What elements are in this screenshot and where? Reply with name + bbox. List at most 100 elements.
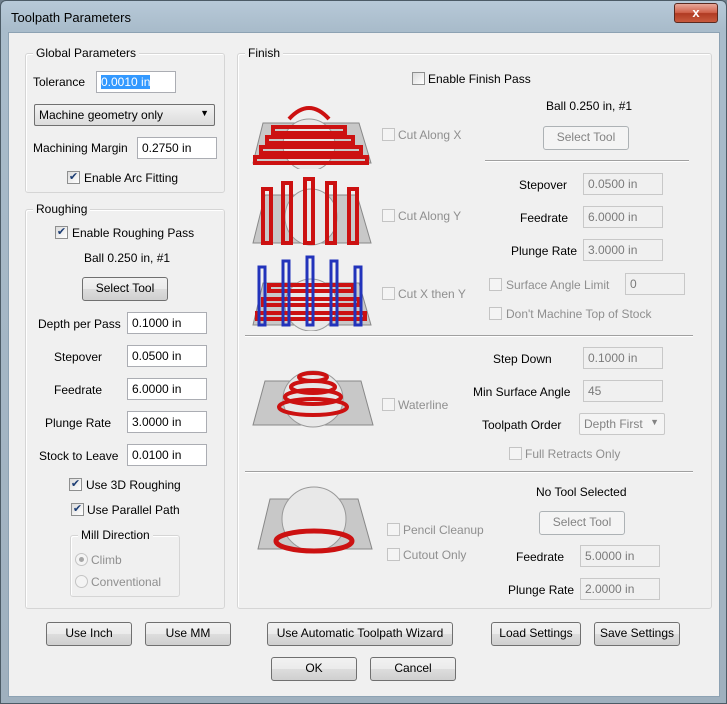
save-settings-button[interactable]: Save Settings	[594, 622, 680, 646]
use-parallel-path-label: Use Parallel Path	[87, 503, 180, 517]
dont-machine-top-label: Don't Machine Top of Stock	[506, 307, 652, 321]
finish-select-tool-button[interactable]: Select Tool	[543, 126, 629, 150]
cut-along-y-checkbox[interactable]	[382, 209, 395, 222]
finish-tool-name: Ball 0.250 in, #1	[546, 99, 633, 113]
cut-along-x-label: Cut Along X	[398, 128, 462, 142]
check-icon: ✔	[72, 503, 83, 515]
window-title: Toolpath Parameters	[11, 10, 131, 25]
pencil-cleanup-checkbox[interactable]	[387, 523, 400, 536]
toolpath-order-select[interactable]: Depth First ▼	[579, 413, 665, 435]
cut-x-then-y-label: Cut X then Y	[398, 287, 466, 301]
min-surface-angle-input[interactable]: 45	[583, 380, 663, 402]
roughing-plunge-label: Plunge Rate	[45, 416, 112, 430]
close-button[interactable]: x	[674, 3, 718, 23]
global-parameters-title: Global Parameters	[33, 46, 140, 60]
pencil-select-tool-button[interactable]: Select Tool	[539, 511, 625, 535]
cutout-only-label: Cutout Only	[403, 548, 467, 562]
pencil-cleanup-thumbnail	[257, 486, 373, 554]
finish-feedrate-input[interactable]: 6.0000 in	[583, 206, 663, 228]
finish-plunge-label: Plunge Rate	[511, 244, 578, 258]
roughing-title: Roughing	[33, 202, 91, 216]
tolerance-label: Tolerance	[33, 75, 86, 89]
surface-angle-limit-checkbox[interactable]	[489, 278, 502, 291]
dont-machine-top-checkbox[interactable]	[489, 307, 502, 320]
finish-stepover-label: Stepover	[519, 178, 568, 192]
parallel-waterline-separator	[245, 335, 693, 337]
use-3d-roughing-checkbox[interactable]: ✔	[69, 478, 82, 491]
finish-tool-separator	[485, 160, 689, 162]
roughing-stepover-label: Stepover	[54, 350, 103, 364]
enable-roughing-checkbox[interactable]: ✔	[55, 226, 68, 239]
pencil-plunge-input[interactable]: 2.0000 in	[580, 578, 660, 600]
surface-angle-limit-label: Surface Angle Limit	[506, 278, 610, 292]
title-bar[interactable]: Toolpath Parameters x	[1, 1, 726, 33]
pencil-cleanup-label: Pencil Cleanup	[403, 523, 484, 537]
finish-plunge-input[interactable]: 3.0000 in	[583, 239, 663, 261]
roughing-select-tool-button[interactable]: Select Tool	[82, 277, 168, 301]
automatic-wizard-button[interactable]: Use Automatic Toolpath Wizard	[267, 622, 453, 646]
enable-finish-label: Enable Finish Pass	[428, 72, 531, 86]
ok-button[interactable]: OK	[271, 657, 357, 681]
check-icon: ✔	[68, 171, 79, 183]
pencil-feedrate-input[interactable]: 5.0000 in	[580, 545, 660, 567]
dialog-window: Toolpath Parameters x Global Parameters …	[0, 0, 727, 704]
pencil-plunge-label: Plunge Rate	[508, 583, 575, 597]
cut-along-y-thumbnail	[252, 177, 372, 246]
waterline-thumbnail	[252, 370, 374, 428]
roughing-tool-name: Ball 0.250 in, #1	[84, 251, 171, 265]
conventional-label: Conventional	[91, 575, 162, 589]
cutout-only-checkbox[interactable]	[387, 548, 400, 561]
roughing-plunge-input[interactable]: 3.0000 in	[127, 411, 207, 433]
dropdown-arrow-icon: ▼	[200, 108, 209, 118]
full-retracts-label: Full Retracts Only	[525, 447, 621, 461]
use-inch-button[interactable]: Use Inch	[46, 622, 132, 646]
pencil-feedrate-label: Feedrate	[516, 550, 565, 564]
waterline-label: Waterline	[398, 398, 449, 412]
use-mm-button[interactable]: Use MM	[145, 622, 231, 646]
roughing-feedrate-label: Feedrate	[54, 383, 103, 397]
check-icon: ✔	[70, 478, 81, 490]
dialog-client: Global Parameters Tolerance 0.0010 in Ma…	[8, 32, 720, 697]
enable-roughing-label: Enable Roughing Pass	[72, 226, 195, 240]
arc-fitting-checkbox[interactable]: ✔	[67, 171, 80, 184]
step-down-input[interactable]: 0.1000 in	[583, 347, 663, 369]
use-3d-roughing-label: Use 3D Roughing	[86, 478, 181, 492]
close-icon: x	[692, 5, 700, 20]
machining-margin-input[interactable]: 0.2750 in	[137, 137, 217, 159]
waterline-pencil-separator	[245, 471, 693, 473]
machining-margin-label: Machining Margin	[33, 141, 128, 155]
stock-to-leave-label: Stock to Leave	[39, 449, 119, 463]
roughing-feedrate-input[interactable]: 6.0000 in	[127, 378, 207, 400]
roughing-stepover-input[interactable]: 0.0500 in	[127, 345, 207, 367]
full-retracts-checkbox[interactable]	[509, 447, 522, 460]
depth-per-pass-label: Depth per Pass	[38, 317, 121, 331]
tolerance-input[interactable]: 0.0010 in	[96, 71, 176, 93]
step-down-label: Step Down	[493, 352, 552, 366]
finish-stepover-input[interactable]: 0.0500 in	[583, 173, 663, 195]
min-surface-angle-label: Min Surface Angle	[473, 385, 571, 399]
finish-title: Finish	[245, 46, 284, 60]
cut-x-then-y-thumbnail	[252, 255, 372, 331]
cut-along-x-thumbnail	[252, 106, 372, 169]
cut-x-then-y-checkbox[interactable]	[382, 287, 395, 300]
toolpath-order-label: Toolpath Order	[482, 418, 562, 432]
cut-along-y-label: Cut Along Y	[398, 209, 462, 223]
conventional-radio[interactable]	[75, 575, 88, 588]
finish-feedrate-label: Feedrate	[520, 211, 569, 225]
enable-finish-checkbox[interactable]	[412, 72, 425, 85]
surface-angle-limit-input[interactable]: 0	[625, 273, 685, 295]
check-icon: ✔	[56, 226, 67, 238]
load-settings-button[interactable]: Load Settings	[491, 622, 581, 646]
climb-label: Climb	[91, 553, 122, 567]
stock-to-leave-input[interactable]: 0.0100 in	[127, 444, 207, 466]
waterline-checkbox[interactable]	[382, 398, 395, 411]
cancel-button[interactable]: Cancel	[370, 657, 456, 681]
use-parallel-path-checkbox[interactable]: ✔	[71, 503, 84, 516]
depth-per-pass-input[interactable]: 0.1000 in	[127, 312, 207, 334]
mill-direction-title: Mill Direction	[78, 528, 153, 542]
geometry-select[interactable]: Machine geometry only ▼	[34, 104, 215, 126]
dropdown-arrow-icon: ▼	[650, 417, 659, 427]
climb-radio[interactable]	[75, 553, 88, 566]
cut-along-x-checkbox[interactable]	[382, 128, 395, 141]
arc-fitting-label: Enable Arc Fitting	[84, 171, 179, 185]
